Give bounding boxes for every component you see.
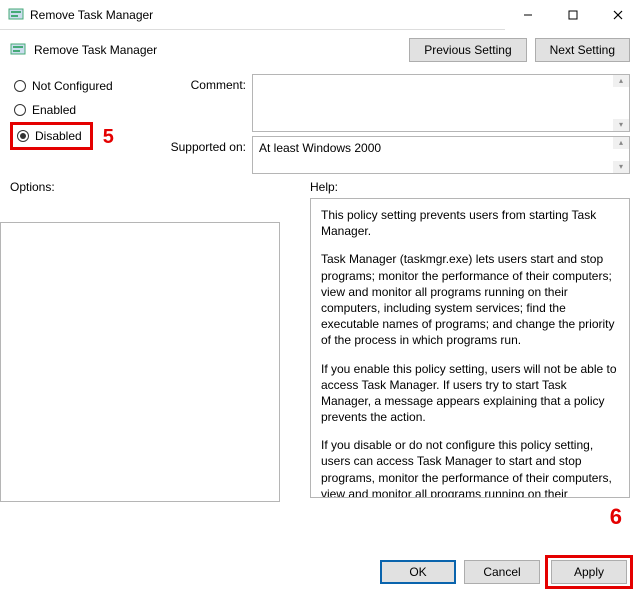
previous-setting-button[interactable]: Previous Setting [409,38,526,62]
radio-not-configured[interactable]: Not Configured [10,74,160,98]
help-paragraph: This policy setting prevents users from … [321,207,619,239]
supported-on-label: Supported on: [166,136,246,154]
minimize-button[interactable] [505,0,550,30]
options-label: Options: [10,180,290,194]
policy-icon [8,7,24,23]
annotation-5: 5 [103,126,114,149]
cancel-button[interactable]: Cancel [464,560,540,584]
radio-icon [17,130,29,142]
radio-icon [14,104,26,116]
close-button[interactable] [595,0,640,30]
comment-field[interactable] [252,74,630,132]
title-bar: Remove Task Manager [0,0,640,30]
radio-label: Enabled [32,103,76,117]
help-paragraph: If you enable this policy setting, users… [321,361,619,426]
dialog-footer: OK Cancel Apply [380,560,630,584]
maximize-button[interactable] [550,0,595,30]
radio-label: Disabled [35,129,82,143]
policy-name: Remove Task Manager [34,43,157,57]
radio-icon [14,80,26,92]
help-label: Help: [310,180,630,194]
apply-button[interactable]: Apply [551,560,627,584]
radio-disabled[interactable]: Disabled [15,126,88,146]
radio-label: Not Configured [32,79,113,93]
window-title: Remove Task Manager [30,8,153,22]
header-row: Remove Task Manager Previous Setting Nex… [0,30,640,66]
next-setting-button[interactable]: Next Setting [535,38,630,62]
help-paragraph: If you disable or do not configure this … [321,437,619,498]
annotation-6: 6 [610,504,622,530]
comment-label: Comment: [166,74,246,92]
ok-button[interactable]: OK [380,560,456,584]
radio-enabled[interactable]: Enabled [10,98,160,122]
policy-icon [10,42,26,58]
options-box [0,222,280,502]
help-text: This policy setting prevents users from … [310,198,630,498]
help-paragraph: Task Manager (taskmgr.exe) lets users st… [321,251,619,348]
supported-on-field [252,136,630,174]
